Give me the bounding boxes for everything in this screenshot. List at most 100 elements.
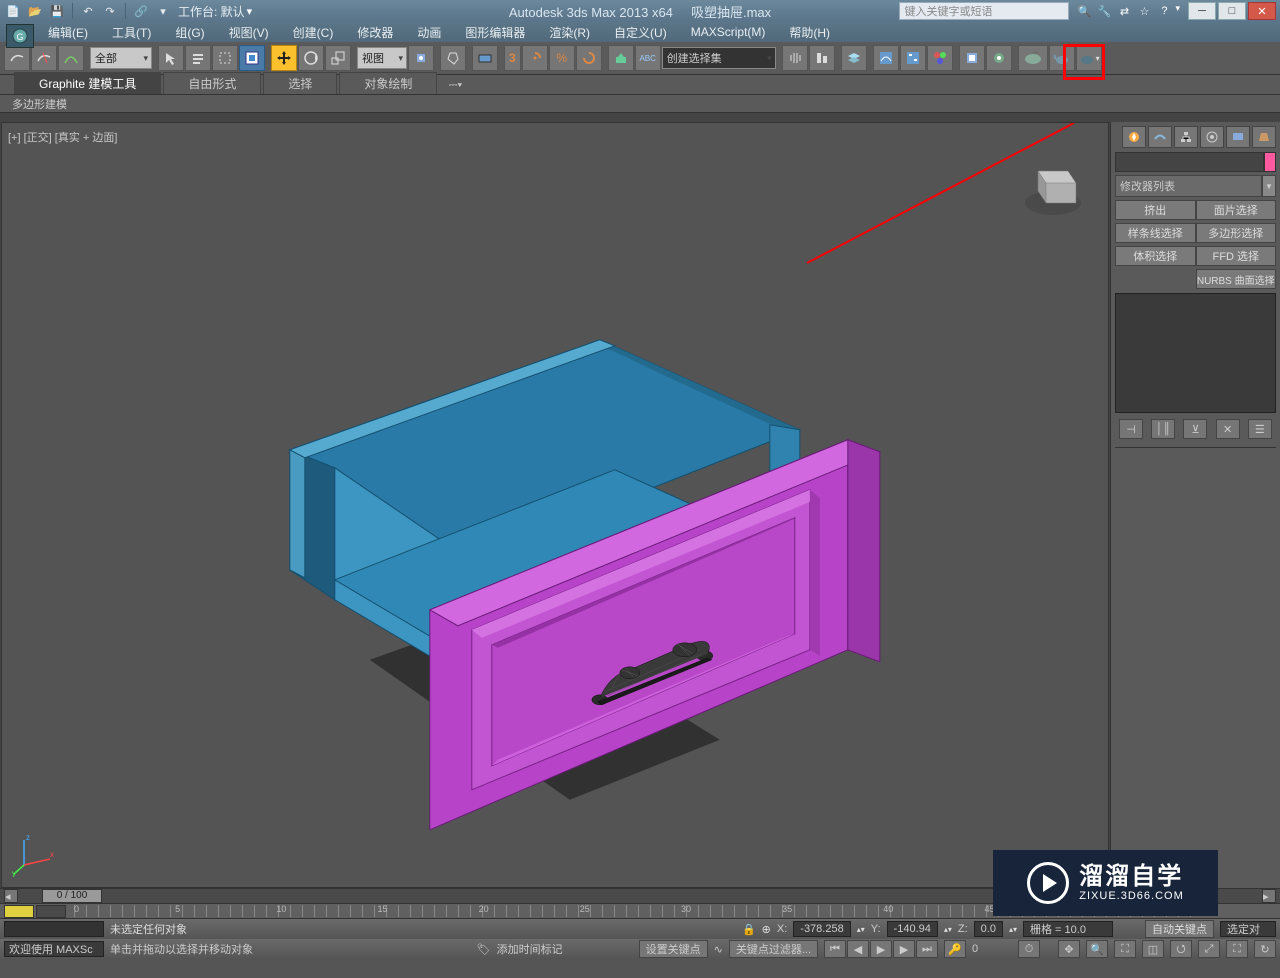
snap-toggle-icon[interactable]: 3: [504, 45, 521, 71]
nav-zoom-icon[interactable]: 🔍: [1086, 940, 1108, 958]
window-crossing-icon[interactable]: [239, 45, 265, 71]
binoculars-icon[interactable]: 🔍: [1075, 3, 1093, 19]
spinner-snap-icon[interactable]: [576, 45, 602, 71]
undo-icon[interactable]: ↶: [79, 3, 97, 19]
extrude-button[interactable]: 挤出: [1115, 200, 1196, 220]
close-button[interactable]: ✕: [1248, 2, 1276, 20]
layer-manager-icon[interactable]: [841, 45, 867, 71]
coords-icon[interactable]: ⊕: [762, 923, 771, 936]
keyfilter-button[interactable]: 关键点过滤器...: [729, 940, 818, 958]
mirror-icon[interactable]: [782, 45, 808, 71]
named-selection-combo[interactable]: 创建选择集: [662, 47, 776, 69]
manipulate-icon[interactable]: [440, 45, 466, 71]
named-selset-edit-icon[interactable]: [608, 45, 634, 71]
menu-tools[interactable]: 工具(T): [100, 22, 163, 43]
remove-mod-icon[interactable]: ✕: [1216, 419, 1240, 439]
dropdown-icon[interactable]: ▼: [1262, 175, 1276, 197]
move-tool-icon[interactable]: [271, 45, 297, 71]
maximize-button[interactable]: □: [1218, 2, 1246, 20]
link-tool-icon[interactable]: [4, 45, 30, 71]
teapot2-icon[interactable]: ▾: [1076, 45, 1102, 71]
exchange-icon[interactable]: ⇄: [1115, 3, 1133, 19]
key-mode-toggle-icon[interactable]: 🔑: [944, 940, 966, 958]
render-prod-icon[interactable]: [1018, 45, 1048, 71]
center-pivot-icon[interactable]: [408, 45, 434, 71]
next-frame-icon[interactable]: ▶: [893, 940, 915, 958]
viewport[interactable]: [+] [正交] [真实 + 边面]: [1, 122, 1109, 888]
current-frame[interactable]: 0: [972, 943, 1012, 955]
nav-zoomext-icon[interactable]: ⛶: [1114, 940, 1136, 958]
selection-filter-combo[interactable]: 全部: [90, 47, 152, 69]
x-coord[interactable]: -378.258: [793, 921, 850, 937]
modify-tab-icon[interactable]: [1148, 126, 1172, 148]
ribbon-collapse-icon[interactable]: ⎓▾: [443, 76, 467, 94]
time-config-icon[interactable]: ⏱: [1018, 940, 1040, 958]
hierarchy-tab-icon[interactable]: [1174, 126, 1198, 148]
show-end-icon[interactable]: │║: [1151, 419, 1175, 439]
welcome-prompt[interactable]: 欢迎使用 MAXSc: [4, 941, 104, 957]
refcoord-combo[interactable]: 视图: [357, 47, 407, 69]
rotate-tool-icon[interactable]: [298, 45, 324, 71]
menu-grapheditors[interactable]: 图形编辑器: [453, 22, 537, 43]
nav-maximize-icon[interactable]: ⛶: [1226, 940, 1248, 958]
menu-help[interactable]: 帮助(H): [777, 22, 842, 43]
goto-start-icon[interactable]: ⏮: [824, 940, 846, 958]
create-tab-icon[interactable]: [1122, 126, 1146, 148]
goto-end-icon[interactable]: ⏭: [916, 940, 938, 958]
nav-orbit-icon[interactable]: ⭯: [1170, 940, 1192, 958]
dropdown-icon[interactable]: ▾: [154, 3, 172, 19]
nav-pan-icon[interactable]: ✥: [1058, 940, 1080, 958]
select-rect-icon[interactable]: [212, 45, 238, 71]
object-name-input[interactable]: [1115, 152, 1264, 172]
time-tag-icon[interactable]: 🏷: [477, 943, 491, 956]
menu-rendering[interactable]: 渲染(R): [537, 22, 602, 43]
workspace-label[interactable]: 工作台: 默认: [178, 3, 245, 20]
open-icon[interactable]: 📂: [26, 3, 44, 19]
named-selset-abc-icon[interactable]: ABC: [635, 45, 661, 71]
viewcube[interactable]: [1018, 151, 1088, 221]
star-icon[interactable]: ☆: [1135, 3, 1153, 19]
drawer-model[interactable]: [160, 250, 920, 830]
angle-snap-icon[interactable]: [522, 45, 548, 71]
timeline-left-icon[interactable]: ◂: [4, 889, 18, 903]
key-mode-icon[interactable]: [36, 905, 66, 918]
patch-select-button[interactable]: 面片选择: [1196, 200, 1277, 220]
motion-tab-icon[interactable]: [1200, 126, 1224, 148]
make-unique-icon[interactable]: ⊻: [1183, 419, 1207, 439]
teapot-icon[interactable]: [1049, 45, 1075, 71]
select-icon[interactable]: [158, 45, 184, 71]
menu-edit[interactable]: 编辑(E): [36, 22, 100, 43]
unlink-tool-icon[interactable]: [31, 45, 57, 71]
pin-stack-icon[interactable]: ⊣: [1119, 419, 1143, 439]
timeline-right-icon[interactable]: ▸: [1262, 889, 1276, 903]
configure-icon[interactable]: ☰: [1248, 419, 1272, 439]
lock-icon[interactable]: 🔒: [742, 923, 756, 936]
nav-dolly-icon[interactable]: ⤢: [1198, 940, 1220, 958]
menu-maxscript[interactable]: MAXScript(M): [679, 23, 778, 41]
set-key-toggle[interactable]: [4, 905, 34, 918]
y-coord[interactable]: -140.94: [887, 921, 938, 937]
ribbon-tab-graphite[interactable]: Graphite 建模工具: [14, 72, 161, 94]
render-frame-icon[interactable]: [986, 45, 1012, 71]
menu-create[interactable]: 创建(C): [281, 22, 346, 43]
time-slider[interactable]: 0 / 100: [42, 889, 102, 903]
nav-roll-icon[interactable]: ↻: [1254, 940, 1276, 958]
help-icon[interactable]: ?: [1155, 3, 1173, 19]
bind-tool-icon[interactable]: [58, 45, 84, 71]
spline-select-button[interactable]: 样条线选择: [1115, 223, 1196, 243]
keyfilter-icon[interactable]: ∿: [714, 943, 723, 956]
nurbs-select-button[interactable]: NURBS 曲面选择: [1196, 269, 1277, 289]
utilities-tab-icon[interactable]: [1252, 126, 1276, 148]
scale-tool-icon[interactable]: [325, 45, 351, 71]
play-icon[interactable]: ▶: [870, 940, 892, 958]
ribbon-tab-objpaint[interactable]: 对象绘制: [339, 72, 437, 94]
setkey-button[interactable]: 设置关键点: [639, 940, 708, 958]
selset-combo[interactable]: 选定对: [1220, 921, 1276, 937]
add-time-tag[interactable]: 添加时间标记: [497, 941, 607, 957]
viewport-label[interactable]: [+] [正交] [真实 + 边面]: [8, 129, 117, 145]
percent-snap-icon[interactable]: %: [549, 45, 575, 71]
modifier-stack[interactable]: [1115, 293, 1276, 413]
minimize-button[interactable]: ─: [1188, 2, 1216, 20]
autokey-button[interactable]: 自动关键点: [1145, 920, 1214, 938]
menu-animation[interactable]: 动画: [405, 22, 453, 43]
